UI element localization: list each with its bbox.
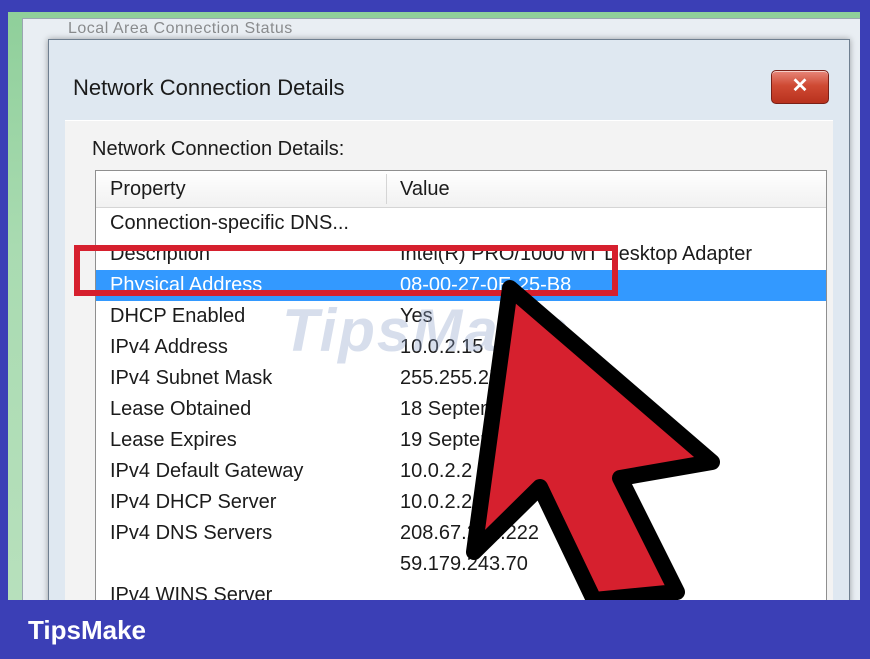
right-frame-bar: [860, 0, 870, 600]
left-frame-bar: [0, 0, 8, 600]
pointer-arrow-shape: [466, 280, 720, 608]
footer-brand: TipsMake: [28, 615, 147, 645]
pointer-arrow-icon: [466, 280, 720, 608]
footer-bar: TipsMake: [0, 600, 870, 659]
